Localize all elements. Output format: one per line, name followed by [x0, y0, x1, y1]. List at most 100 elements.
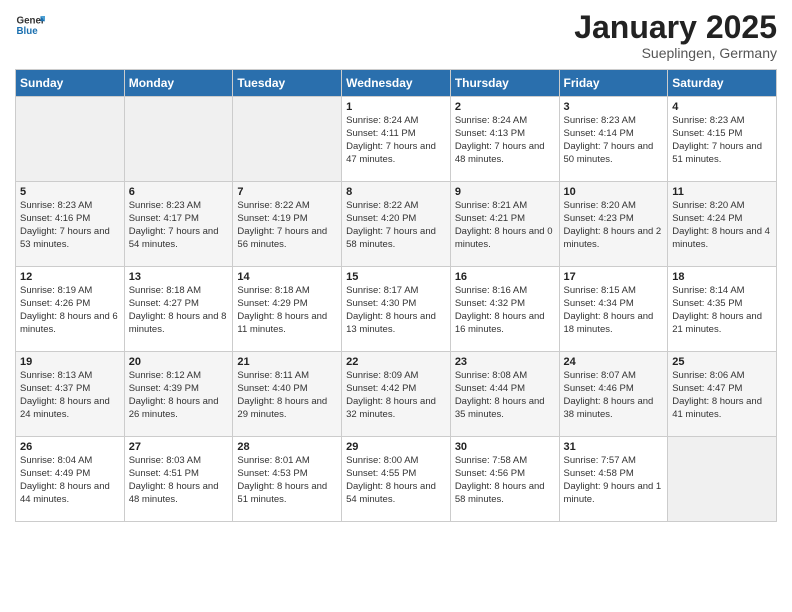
- day-number: 7: [237, 186, 337, 198]
- day-info: Sunrise: 8:14 AM Sunset: 4:35 PM Dayligh…: [672, 285, 772, 336]
- week-row-3: 12Sunrise: 8:19 AM Sunset: 4:26 PM Dayli…: [16, 267, 777, 352]
- day-info: Sunrise: 8:09 AM Sunset: 4:42 PM Dayligh…: [346, 370, 446, 421]
- day-number: 30: [455, 441, 555, 453]
- day-number: 22: [346, 356, 446, 368]
- day-number: 11: [672, 186, 772, 198]
- day-number: 14: [237, 271, 337, 283]
- calendar-cell: 4 Sunrise: 8:23 AM Sunset: 4:15 PM Daylig…: [668, 97, 777, 182]
- day-number: 20: [129, 356, 229, 368]
- calendar-cell: 11 Sunrise: 8:20 AM Sunset: 4:24 PM Dayli…: [668, 182, 777, 267]
- calendar-cell: 8 Sunrise: 8:22 AM Sunset: 4:20 PM Daylig…: [342, 182, 451, 267]
- calendar-cell: [124, 97, 233, 182]
- day-number: 29: [346, 441, 446, 453]
- title-month: January 2025: [574, 10, 777, 45]
- calendar-cell: 14 Sunrise: 8:18 AM Sunset: 4:29 PM Dayli…: [233, 267, 342, 352]
- day-number: 26: [20, 441, 120, 453]
- calendar-cell: 7 Sunrise: 8:22 AM Sunset: 4:19 PM Daylig…: [233, 182, 342, 267]
- day-number: 6: [129, 186, 229, 198]
- calendar-cell: 21 Sunrise: 8:11 AM Sunset: 4:40 PM Dayli…: [233, 352, 342, 437]
- day-number: 10: [564, 186, 664, 198]
- calendar-cell: 15Sunrise: 8:17 AM Sunset: 4:30 PM Dayli…: [342, 267, 451, 352]
- calendar-cell: 19 Sunrise: 8:13 AM Sunset: 4:37 PM Dayli…: [16, 352, 125, 437]
- logo-icon: General Blue: [15, 10, 45, 40]
- calendar-cell: 26 Sunrise: 8:04 AM Sunset: 4:49 PM Dayli…: [16, 437, 125, 522]
- day-info: Sunrise: 8:22 AM Sunset: 4:19 PM Dayligh…: [237, 200, 337, 251]
- calendar-cell: 30Sunrise: 7:58 AM Sunset: 4:56 PM Dayli…: [450, 437, 559, 522]
- weekday-header-saturday: Saturday: [668, 70, 777, 97]
- day-number: 17: [564, 271, 664, 283]
- calendar-cell: 6Sunrise: 8:23 AM Sunset: 4:17 PM Daylig…: [124, 182, 233, 267]
- day-info: Sunrise: 8:06 AM Sunset: 4:47 PM Dayligh…: [672, 370, 772, 421]
- title-block: January 2025 Sueplingen, Germany: [574, 10, 777, 61]
- calendar-cell: 28Sunrise: 8:01 AM Sunset: 4:53 PM Dayli…: [233, 437, 342, 522]
- day-number: 5: [20, 186, 120, 198]
- day-number: 4: [672, 101, 772, 113]
- calendar-cell: 2 Sunrise: 8:24 AM Sunset: 4:13 PM Daylig…: [450, 97, 559, 182]
- day-number: 12: [20, 271, 120, 283]
- calendar-cell: 12Sunrise: 8:19 AM Sunset: 4:26 PM Dayli…: [16, 267, 125, 352]
- calendar-cell: 16 Sunrise: 8:16 AM Sunset: 4:32 PM Dayli…: [450, 267, 559, 352]
- week-row-4: 19 Sunrise: 8:13 AM Sunset: 4:37 PM Dayli…: [16, 352, 777, 437]
- page-header: General Blue January 2025 Sueplingen, Ge…: [15, 10, 777, 61]
- calendar-cell: 17 Sunrise: 8:15 AM Sunset: 4:34 PM Dayli…: [559, 267, 668, 352]
- day-info: Sunrise: 8:20 AM Sunset: 4:24 PM Dayligh…: [672, 200, 772, 251]
- day-number: 27: [129, 441, 229, 453]
- day-info: Sunrise: 8:03 AM Sunset: 4:51 PM Dayligh…: [129, 455, 229, 506]
- day-number: 25: [672, 356, 772, 368]
- day-number: 19: [20, 356, 120, 368]
- calendar-cell: [668, 437, 777, 522]
- svg-text:Blue: Blue: [17, 26, 39, 37]
- day-info: Sunrise: 8:22 AM Sunset: 4:20 PM Dayligh…: [346, 200, 446, 251]
- day-info: Sunrise: 8:13 AM Sunset: 4:37 PM Dayligh…: [20, 370, 120, 421]
- weekday-header-monday: Monday: [124, 70, 233, 97]
- day-info: Sunrise: 8:00 AM Sunset: 4:55 PM Dayligh…: [346, 455, 446, 506]
- calendar-cell: [233, 97, 342, 182]
- day-info: Sunrise: 8:18 AM Sunset: 4:27 PM Dayligh…: [129, 285, 229, 336]
- weekday-header-sunday: Sunday: [16, 70, 125, 97]
- day-info: Sunrise: 8:07 AM Sunset: 4:46 PM Dayligh…: [564, 370, 664, 421]
- calendar-cell: 27 Sunrise: 8:03 AM Sunset: 4:51 PM Dayli…: [124, 437, 233, 522]
- day-info: Sunrise: 8:04 AM Sunset: 4:49 PM Dayligh…: [20, 455, 120, 506]
- calendar-cell: 10Sunrise: 8:20 AM Sunset: 4:23 PM Dayli…: [559, 182, 668, 267]
- day-number: 13: [129, 271, 229, 283]
- calendar-cell: 3Sunrise: 8:23 AM Sunset: 4:14 PM Daylig…: [559, 97, 668, 182]
- day-number: 23: [455, 356, 555, 368]
- day-info: Sunrise: 8:11 AM Sunset: 4:40 PM Dayligh…: [237, 370, 337, 421]
- day-info: Sunrise: 8:18 AM Sunset: 4:29 PM Dayligh…: [237, 285, 337, 336]
- day-number: 18: [672, 271, 772, 283]
- day-number: 9: [455, 186, 555, 198]
- calendar-cell: 22 Sunrise: 8:09 AM Sunset: 4:42 PM Dayli…: [342, 352, 451, 437]
- day-number: 2: [455, 101, 555, 113]
- weekday-header-friday: Friday: [559, 70, 668, 97]
- calendar-cell: 20 Sunrise: 8:12 AM Sunset: 4:39 PM Dayli…: [124, 352, 233, 437]
- day-info: Sunrise: 8:08 AM Sunset: 4:44 PM Dayligh…: [455, 370, 555, 421]
- day-info: Sunrise: 8:24 AM Sunset: 4:11 PM Dayligh…: [346, 115, 446, 166]
- weekday-header-wednesday: Wednesday: [342, 70, 451, 97]
- day-number: 8: [346, 186, 446, 198]
- day-number: 24: [564, 356, 664, 368]
- day-info: Sunrise: 8:23 AM Sunset: 4:15 PM Dayligh…: [672, 115, 772, 166]
- calendar-cell: 9Sunrise: 8:21 AM Sunset: 4:21 PM Daylig…: [450, 182, 559, 267]
- calendar-cell: 1Sunrise: 8:24 AM Sunset: 4:11 PM Daylig…: [342, 97, 451, 182]
- calendar-cell: 18 Sunrise: 8:14 AM Sunset: 4:35 PM Dayli…: [668, 267, 777, 352]
- day-info: Sunrise: 8:24 AM Sunset: 4:13 PM Dayligh…: [455, 115, 555, 166]
- week-row-1: 1Sunrise: 8:24 AM Sunset: 4:11 PM Daylig…: [16, 97, 777, 182]
- calendar-cell: 25 Sunrise: 8:06 AM Sunset: 4:47 PM Dayli…: [668, 352, 777, 437]
- day-info: Sunrise: 8:23 AM Sunset: 4:16 PM Dayligh…: [20, 200, 120, 251]
- day-info: Sunrise: 8:12 AM Sunset: 4:39 PM Dayligh…: [129, 370, 229, 421]
- day-info: Sunrise: 8:15 AM Sunset: 4:34 PM Dayligh…: [564, 285, 664, 336]
- day-info: Sunrise: 8:17 AM Sunset: 4:30 PM Dayligh…: [346, 285, 446, 336]
- calendar-cell: 24 Sunrise: 8:07 AM Sunset: 4:46 PM Dayli…: [559, 352, 668, 437]
- day-number: 16: [455, 271, 555, 283]
- day-info: Sunrise: 8:16 AM Sunset: 4:32 PM Dayligh…: [455, 285, 555, 336]
- calendar-cell: 5 Sunrise: 8:23 AM Sunset: 4:16 PM Daylig…: [16, 182, 125, 267]
- calendar-table: SundayMondayTuesdayWednesdayThursdayFrid…: [15, 69, 777, 522]
- weekday-header-thursday: Thursday: [450, 70, 559, 97]
- calendar-cell: 23 Sunrise: 8:08 AM Sunset: 4:44 PM Dayli…: [450, 352, 559, 437]
- week-row-5: 26 Sunrise: 8:04 AM Sunset: 4:49 PM Dayli…: [16, 437, 777, 522]
- day-info: Sunrise: 8:01 AM Sunset: 4:53 PM Dayligh…: [237, 455, 337, 506]
- calendar-cell: [16, 97, 125, 182]
- day-number: 21: [237, 356, 337, 368]
- calendar-cell: 31Sunrise: 7:57 AM Sunset: 4:58 PM Dayli…: [559, 437, 668, 522]
- title-location: Sueplingen, Germany: [574, 45, 777, 61]
